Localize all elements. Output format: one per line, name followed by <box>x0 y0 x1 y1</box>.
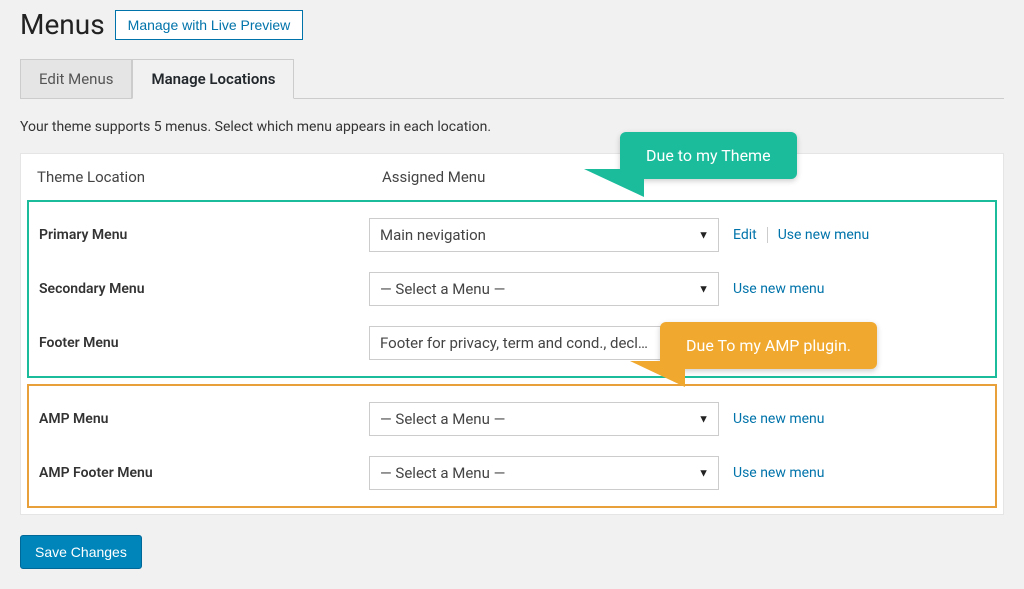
use-new-link-primary[interactable]: Use new menu <box>778 227 870 243</box>
callout-tail <box>584 169 644 197</box>
row-primary: Primary Menu Main nevigation ▼ Edit Use … <box>29 208 995 262</box>
select-amp-footer-menu[interactable]: — Select a Menu — <box>369 456 719 490</box>
amp-group: AMP Menu — Select a Menu — ▼ Use new men… <box>27 384 997 508</box>
label-primary-menu: Primary Menu <box>37 227 369 243</box>
use-new-link-amp-footer[interactable]: Use new menu <box>733 465 825 481</box>
edit-link-primary[interactable]: Edit <box>733 227 757 243</box>
use-new-link-amp[interactable]: Use new menu <box>733 411 825 427</box>
col-theme-location: Theme Location <box>37 168 382 186</box>
row-amp-footer: AMP Footer Menu — Select a Menu — ▼ Use … <box>29 446 995 500</box>
callout-amp-text: Due To my AMP plugin. <box>686 336 851 355</box>
label-amp-footer-menu: AMP Footer Menu <box>37 465 369 481</box>
tab-manage-locations[interactable]: Manage Locations <box>132 59 294 99</box>
select-secondary-menu[interactable]: — Select a Menu — <box>369 272 719 306</box>
callout-amp: Due To my AMP plugin. <box>660 322 877 369</box>
label-footer-menu: Footer Menu <box>37 335 369 351</box>
callout-tail <box>630 361 685 387</box>
label-amp-menu: AMP Menu <box>37 411 369 427</box>
label-secondary-menu: Secondary Menu <box>37 281 369 297</box>
use-new-link-secondary[interactable]: Use new menu <box>733 281 825 297</box>
tab-edit-menus[interactable]: Edit Menus <box>20 59 132 98</box>
select-primary-menu[interactable]: Main nevigation <box>369 218 719 252</box>
divider <box>767 227 768 243</box>
table-header: Theme Location Assigned Menu <box>21 154 1003 200</box>
callout-theme-text: Due to my Theme <box>646 146 771 165</box>
row-amp: AMP Menu — Select a Menu — ▼ Use new men… <box>29 392 995 446</box>
page-title: Menus <box>20 8 105 41</box>
intro-text: Your theme supports 5 menus. Select whic… <box>20 119 1004 135</box>
row-secondary: Secondary Menu — Select a Menu — ▼ Use n… <box>29 262 995 316</box>
manage-live-preview-button[interactable]: Manage with Live Preview <box>115 10 304 40</box>
tab-nav: Edit Menus Manage Locations <box>20 59 1004 99</box>
callout-theme: Due to my Theme <box>620 132 797 179</box>
save-changes-button[interactable]: Save Changes <box>20 535 142 569</box>
select-amp-menu[interactable]: — Select a Menu — <box>369 402 719 436</box>
